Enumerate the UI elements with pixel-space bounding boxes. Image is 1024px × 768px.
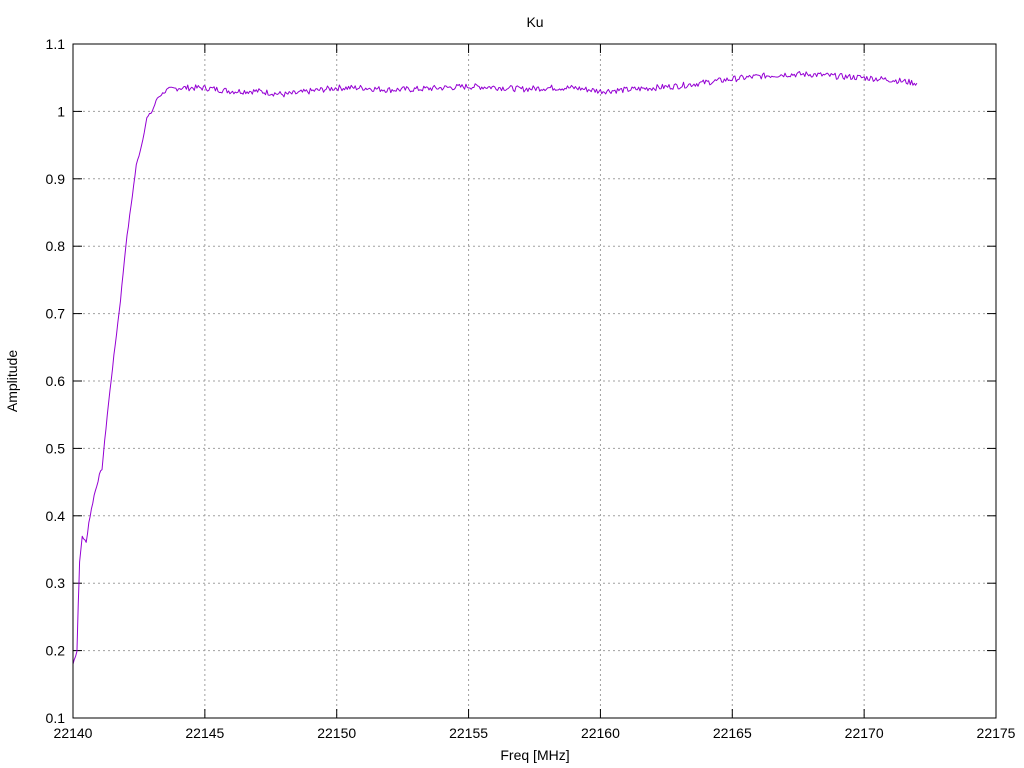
chart-title: Ku <box>526 14 543 30</box>
y-tick-label: 0.4 <box>46 508 66 524</box>
y-tick-label: 0.1 <box>46 710 66 726</box>
y-tick-label: 0.7 <box>46 306 66 322</box>
y-tick-label: 0.8 <box>46 238 66 254</box>
y-tick-label: 0.2 <box>46 643 66 659</box>
y-tick-label: 1.1 <box>46 36 66 52</box>
x-tick-label: 22160 <box>581 725 620 741</box>
x-axis-title: Freq [MHz] <box>500 747 569 763</box>
x-tick-label: 22175 <box>977 725 1016 741</box>
x-tick-label: 22140 <box>54 725 93 741</box>
x-tick-label: 22155 <box>449 725 488 741</box>
x-tick-label: 22145 <box>185 725 224 741</box>
y-tick-label: 1 <box>57 103 65 119</box>
line-chart: 22140 22145 22150 22155 22160 22165 22170 22175… <box>0 0 1024 768</box>
y-tick-label: 0.9 <box>46 171 66 187</box>
chart-background <box>0 0 1024 768</box>
y-tick-label: 0.6 <box>46 373 66 389</box>
x-tick-label: 22165 <box>713 725 752 741</box>
y-tick-label: 0.5 <box>46 440 66 456</box>
x-tick-label: 22150 <box>317 725 356 741</box>
y-axis-title: Amplitude <box>4 350 20 412</box>
x-tick-label: 22170 <box>845 725 884 741</box>
y-tick-label: 0.3 <box>46 575 66 591</box>
